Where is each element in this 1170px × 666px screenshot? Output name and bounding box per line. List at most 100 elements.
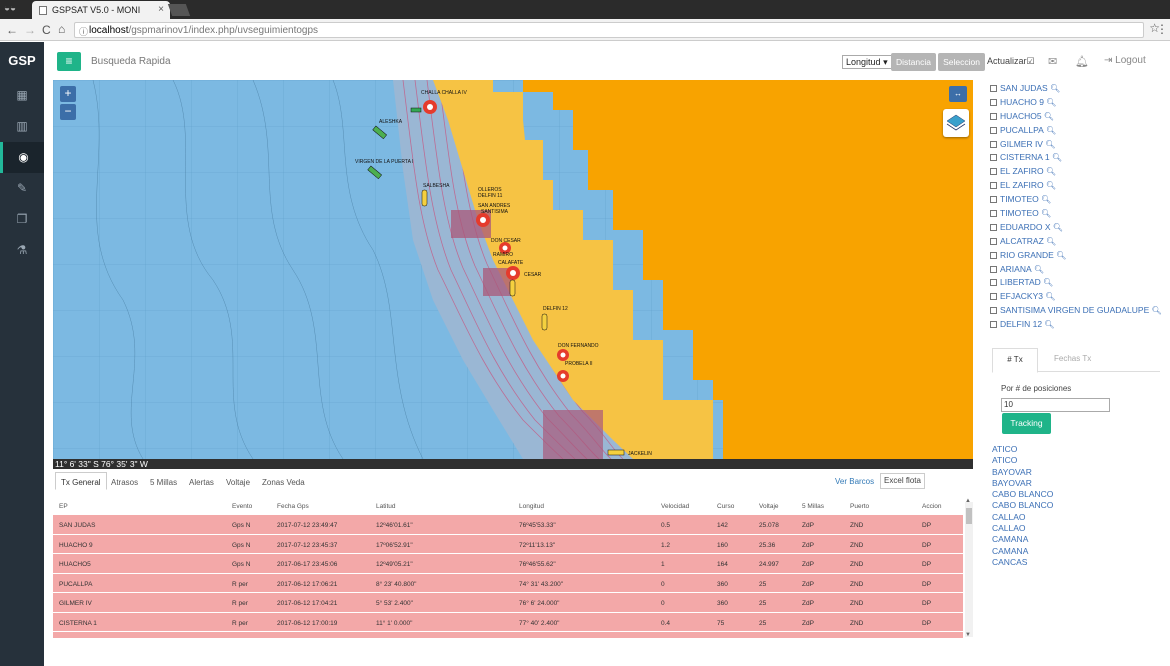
- scroll-down-icon[interactable]: ▼: [965, 632, 971, 638]
- ver-barcos-link[interactable]: Ver Barcos: [835, 477, 874, 486]
- port-link[interactable]: CABO BLANCO: [992, 489, 1053, 500]
- vessel-list-item[interactable]: TIMOTEO 🔍︎: [990, 207, 1168, 221]
- tab-atrasos[interactable]: Atrasos: [105, 472, 144, 490]
- zoom-in-button[interactable]: +: [60, 86, 76, 102]
- vessel-list-item[interactable]: EFJACKY3 🔍︎: [990, 290, 1168, 304]
- map-canvas[interactable]: CHALLA CHALLA IV ALESHKA VIRGEN DE LA PU…: [53, 80, 973, 459]
- vessel-name[interactable]: CISTERNA 1: [1000, 152, 1050, 162]
- sidebar-item-charts[interactable]: ▥: [0, 111, 44, 142]
- vessel-list-item[interactable]: LIBERTAD 🔍︎: [990, 276, 1168, 290]
- sidebar-item-dashboard[interactable]: ▦: [0, 80, 44, 111]
- tab-fechas-tx[interactable]: Fechas Tx: [1054, 348, 1091, 372]
- update-toggle[interactable]: Actualizar☑: [987, 56, 1035, 67]
- vessel-list-item[interactable]: CISTERNA 1 🔍︎: [990, 151, 1168, 165]
- menu-toggle-button[interactable]: ≡: [57, 52, 81, 71]
- vessel-checkbox[interactable]: [990, 293, 997, 301]
- zoom-to-vessel-icon[interactable]: 🔍︎: [1039, 195, 1051, 204]
- table-row[interactable]: CISTERNA 1 R per 2017-06-12 17:00:19 11° 1'…: [53, 612, 963, 632]
- port-link[interactable]: BAYOVAR: [992, 467, 1053, 478]
- positions-input[interactable]: 10: [1001, 398, 1110, 412]
- vessel-name[interactable]: PUCALLPA: [1000, 125, 1044, 135]
- fullscreen-button[interactable]: ↔: [949, 86, 967, 102]
- zoom-to-vessel-icon[interactable]: 🔍︎: [1044, 167, 1056, 176]
- zoom-to-vessel-icon[interactable]: 🔍︎: [1043, 292, 1055, 301]
- vessel-name[interactable]: DELFIN 12: [1000, 319, 1042, 329]
- map-view[interactable]: CHALLA CHALLA IV ALESHKA VIRGEN DE LA PU…: [53, 80, 973, 459]
- back-icon[interactable]: ←: [6, 23, 18, 37]
- port-link[interactable]: ATICO: [992, 444, 1053, 455]
- table-row[interactable]: HUACHO5 Gps N 2017-06-17 23:45:06 12º49'05.…: [53, 554, 963, 574]
- scrollbar-thumb[interactable]: [966, 508, 972, 524]
- port-link[interactable]: CALLAO: [992, 523, 1053, 534]
- vessel-list-item[interactable]: GILMER IV 🔍︎: [990, 138, 1168, 152]
- zoom-to-vessel-icon[interactable]: 🔍︎: [1041, 278, 1053, 287]
- zoom-to-vessel-icon[interactable]: 🔍︎: [1032, 265, 1044, 274]
- home-icon[interactable]: ⌂: [58, 22, 65, 36]
- zoom-to-vessel-icon[interactable]: 🔍︎: [1044, 237, 1056, 246]
- vessel-checkbox[interactable]: [990, 85, 997, 92]
- vessel-name[interactable]: ALCATRAZ: [1000, 236, 1044, 246]
- vessel-name[interactable]: EFJACKY3: [1000, 291, 1043, 301]
- zoom-to-vessel-icon[interactable]: 🔍︎: [1051, 223, 1063, 232]
- port-link[interactable]: ATICO: [992, 455, 1053, 466]
- vessel-checkbox[interactable]: [990, 182, 997, 190]
- table-row[interactable]: SAN JUDAS Gps N 2017-07-12 23:49:47 12º46'0…: [53, 515, 963, 535]
- vessel-name[interactable]: EL ZAFIRO: [1000, 180, 1044, 190]
- tab-tx-general[interactable]: Tx General: [55, 472, 107, 490]
- vessel-name[interactable]: GILMER IV: [1000, 139, 1043, 149]
- selection-button[interactable]: Seleccion: [938, 53, 985, 71]
- zoom-to-vessel-icon[interactable]: 🔍︎: [1149, 306, 1161, 315]
- sidebar-item-copy[interactable]: ❐: [0, 204, 44, 235]
- vessel-name[interactable]: EL ZAFIRO: [1000, 166, 1044, 176]
- new-tab-button[interactable]: [167, 4, 191, 16]
- browser-tab[interactable]: GSPSAT V5.0 - MONI ×: [32, 1, 170, 19]
- vessel-name[interactable]: HUACHO5: [1000, 111, 1042, 121]
- port-link[interactable]: CAMANA: [992, 546, 1053, 557]
- vessel-checkbox[interactable]: [990, 210, 997, 218]
- tab-zonas-veda[interactable]: Zonas Veda: [256, 472, 311, 490]
- sidebar-item-lab[interactable]: ⚗: [0, 235, 44, 266]
- sidebar-item-map[interactable]: ◉: [0, 142, 44, 173]
- table-row[interactable]: GILMER IV R per 2017-06-12 17:04:21 5° 53' …: [53, 593, 963, 613]
- update-checkbox[interactable]: ☑: [1027, 56, 1035, 66]
- vessel-name[interactable]: TIMOTEO: [1000, 194, 1039, 204]
- zoom-to-vessel-icon[interactable]: 🔍︎: [1054, 251, 1066, 260]
- vessel-checkbox[interactable]: [990, 196, 997, 204]
- vessel-checkbox[interactable]: [990, 279, 997, 287]
- vessel-checkbox[interactable]: [990, 307, 997, 315]
- vessel-checkbox[interactable]: [990, 140, 997, 148]
- vessel-checkbox[interactable]: [990, 154, 997, 162]
- vessel-list-item[interactable]: EDUARDO X 🔍︎: [990, 221, 1168, 235]
- forward-icon[interactable]: →: [24, 23, 36, 37]
- excel-export-button[interactable]: Excel flota: [880, 473, 925, 489]
- vessel-list-item[interactable]: SANTISIMA VIRGEN DE GUADALUPE 🔍︎: [990, 304, 1168, 318]
- tracking-button[interactable]: Tracking: [1002, 413, 1051, 434]
- port-link[interactable]: CAMANA: [992, 534, 1053, 545]
- distance-button[interactable]: Distancia: [891, 53, 936, 71]
- tab-num-tx[interactable]: # Tx: [992, 348, 1038, 373]
- vessel-checkbox[interactable]: [990, 265, 997, 273]
- vessel-list-item[interactable]: TIMOTEO 🔍︎: [990, 193, 1168, 207]
- zoom-to-vessel-icon[interactable]: 🔍︎: [1044, 98, 1056, 107]
- zoom-out-button[interactable]: −: [60, 104, 76, 120]
- reload-icon[interactable]: C: [42, 23, 51, 37]
- vessel-list-item[interactable]: ALCATRAZ 🔍︎: [990, 235, 1168, 249]
- vessel-list-item[interactable]: HUACHO 9 🔍︎: [990, 96, 1168, 110]
- envelope-icon[interactable]: ✉: [1048, 55, 1057, 68]
- vessel-name[interactable]: SANTISIMA VIRGEN DE GUADALUPE: [1000, 305, 1149, 315]
- table-row[interactable]: PUCALLPA R per 2017-06-12 17:06:21 8° 23' 4…: [53, 573, 963, 593]
- vessel-name[interactable]: ARIANA: [1000, 264, 1032, 274]
- vessel-name[interactable]: RIO GRANDE: [1000, 250, 1054, 260]
- close-tab-icon[interactable]: ×: [158, 4, 164, 15]
- vessel-list-item[interactable]: EL ZAFIRO 🔍︎: [990, 165, 1168, 179]
- port-link[interactable]: CABO BLANCO: [992, 500, 1053, 511]
- url-input[interactable]: ⓘ localhost/gspmarinov1/index.php/uvsegu…: [74, 22, 1144, 38]
- vessel-name[interactable]: LIBERTAD: [1000, 277, 1041, 287]
- zoom-to-vessel-icon[interactable]: 🔍︎: [1050, 153, 1062, 162]
- vessel-checkbox[interactable]: [990, 251, 997, 259]
- vessel-list-item[interactable]: HUACHO5 🔍︎: [990, 110, 1168, 124]
- brand-logo[interactable]: GSP: [0, 42, 44, 80]
- vessel-checkbox[interactable]: [990, 98, 997, 106]
- tab-5-millas[interactable]: 5 Millas: [144, 472, 183, 490]
- vessel-checkbox[interactable]: [990, 223, 997, 231]
